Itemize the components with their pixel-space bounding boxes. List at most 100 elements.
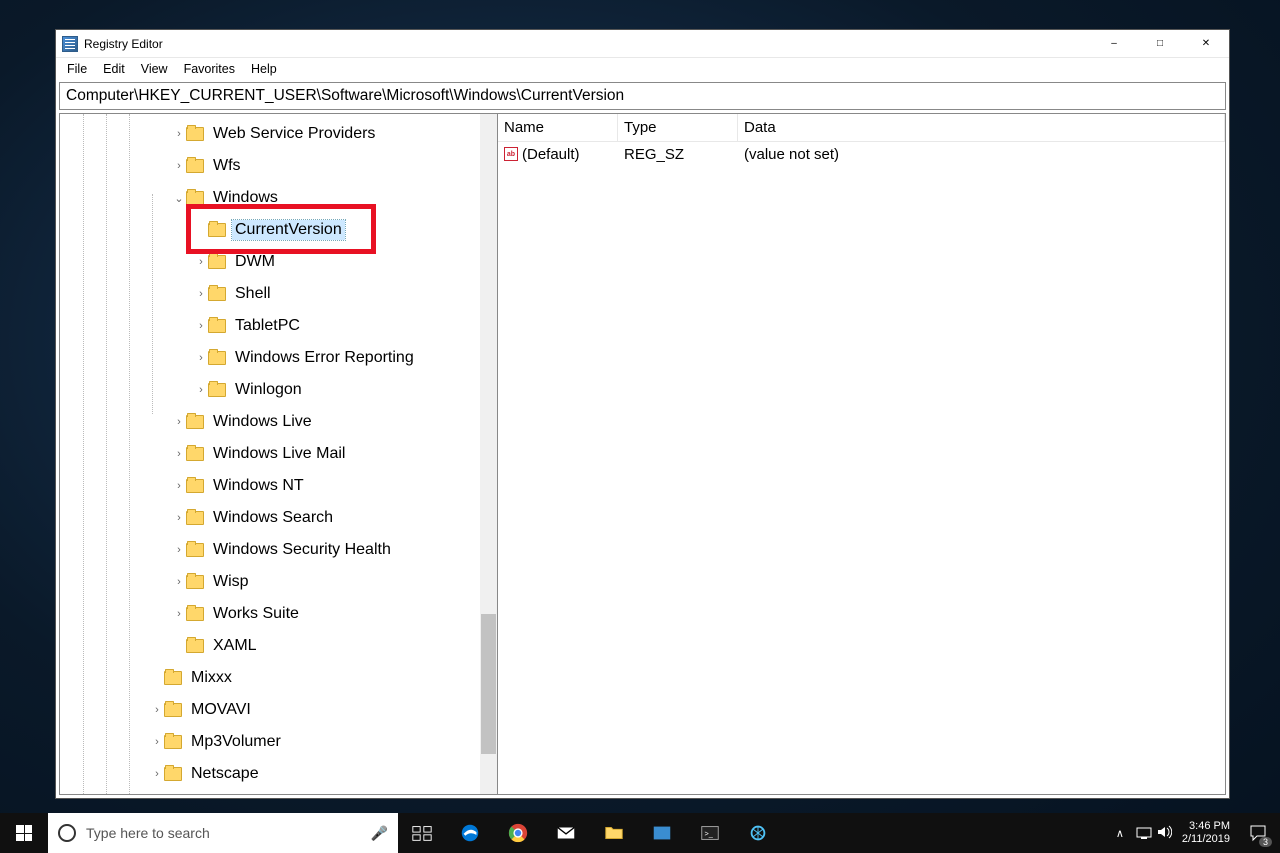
expand-icon[interactable]: › [172,448,186,460]
tree-item[interactable]: › Wisp [60,566,497,598]
tray-volume-icon[interactable] [1156,824,1172,843]
tree-pane[interactable]: › Web Service Providers ›Wfs⌄WindowsCurren… [60,114,498,794]
minimize-button[interactable]: – [1091,30,1137,58]
expand-icon[interactable]: › [172,416,186,428]
folder-icon [208,351,226,365]
taskbar-app-generic1[interactable] [638,813,686,853]
expand-icon[interactable]: › [194,320,208,332]
col-header-data[interactable]: Data [738,114,1225,141]
expand-icon[interactable]: › [172,512,186,524]
folder-icon [186,543,204,557]
task-view-button[interactable] [398,813,446,853]
list-header[interactable]: Name Type Data [498,114,1225,142]
app-icon [651,822,673,844]
address-bar[interactable]: Computer\HKEY_CURRENT_USER\Software\Micr… [59,82,1226,110]
tree-item[interactable]: › Web Service Providers [60,118,497,150]
tree-item[interactable]: ›Windows Error Reporting [60,342,497,374]
taskbar-app-chrome[interactable] [494,813,542,853]
tree-item[interactable]: › Windows Search [60,502,497,534]
tree-item[interactable]: Mixxx [60,662,497,694]
close-button[interactable]: ✕ [1183,30,1229,58]
titlebar[interactable]: Registry Editor – □ ✕ [56,30,1229,58]
list-row[interactable]: ab(Default) REG_SZ (value not set) [498,142,1225,166]
taskbar-app-explorer[interactable] [590,813,638,853]
tray-overflow-button[interactable]: ∧ [1108,827,1132,840]
tree-item-label: Shell [232,284,274,304]
tree-item[interactable]: › Windows Live [60,406,497,438]
tree-item[interactable]: ›Windows NT [60,470,497,502]
tree-item[interactable]: ›Works Suite [60,598,497,630]
tree-item[interactable]: ›Mp3Volumer [60,726,497,758]
folder-icon [208,383,226,397]
action-center-button[interactable]: 3 [1246,821,1270,845]
tree-item[interactable]: › MOVAVI [60,694,497,726]
tray-network-icon[interactable] [1136,824,1152,843]
folder-icon [208,319,226,333]
expand-icon[interactable]: › [150,704,164,716]
menu-favorites[interactable]: Favorites [177,60,242,78]
window-title: Registry Editor [84,37,163,51]
start-button[interactable] [0,813,48,853]
folder-icon [186,447,204,461]
value-data: (value not set) [738,146,1225,163]
tree-item[interactable]: ›DWM [60,246,497,278]
taskbar-app-mail[interactable] [542,813,590,853]
folder-icon [603,822,625,844]
col-header-name[interactable]: Name [498,114,618,141]
tree-item[interactable]: ›TabletPC [60,310,497,342]
taskbar-app-edge[interactable] [446,813,494,853]
taskbar-app-generic2[interactable] [734,813,782,853]
expand-icon[interactable]: › [150,768,164,780]
tree-item-label: Web Service Providers [210,124,378,144]
tree-item[interactable]: CurrentVersion [60,214,497,246]
menu-file[interactable]: File [60,60,94,78]
chrome-icon [507,822,529,844]
tree-item-label: Netscape [188,764,262,784]
tree-item[interactable]: XAML [60,630,497,662]
tree-item-label: Wisp [210,572,252,592]
expand-icon[interactable]: › [194,384,208,396]
expand-icon[interactable]: › [172,480,186,492]
tree-item[interactable]: ›Winlogon [60,374,497,406]
expand-icon[interactable]: › [194,256,208,268]
string-value-icon: ab [504,147,518,161]
expand-icon[interactable]: › [172,544,186,556]
menu-help[interactable]: Help [244,60,284,78]
tree-item[interactable]: › Windows Live Mail [60,438,497,470]
taskbar-app-cmd[interactable]: >_ [686,813,734,853]
values-pane[interactable]: Name Type Data ab(Default) REG_SZ (value… [498,114,1225,794]
folder-icon [186,191,204,205]
menu-edit[interactable]: Edit [96,60,132,78]
tree-scrollbar[interactable] [480,114,497,794]
scrollbar-thumb[interactable] [481,614,496,754]
col-header-type[interactable]: Type [618,114,738,141]
tree-item-label: MOVAVI [188,700,254,720]
expand-icon[interactable]: › [172,608,186,620]
tree-item-label: Windows Live Mail [210,444,348,464]
expand-icon[interactable]: › [172,576,186,588]
clock-date: 2/11/2019 [1182,833,1230,846]
clock[interactable]: 3:46 PM 2/11/2019 [1176,820,1236,846]
menu-view[interactable]: View [134,60,175,78]
search-box[interactable]: Type here to search 🎤 [48,813,398,853]
tree-item[interactable]: ⌄Windows [60,182,497,214]
mic-icon[interactable]: 🎤 [371,825,388,842]
menubar: File Edit View Favorites Help [56,58,1229,80]
mail-icon [555,822,577,844]
tree-item[interactable]: ›Wfs [60,150,497,182]
tree-item[interactable]: › Shell [60,278,497,310]
folder-icon [186,415,204,429]
expand-icon[interactable]: › [172,160,186,172]
expand-icon[interactable]: › [194,288,208,300]
collapse-icon[interactable]: ⌄ [172,192,186,205]
search-placeholder: Type here to search [86,825,210,841]
folder-icon [186,639,204,653]
expand-icon[interactable]: › [172,128,186,140]
tree-item-label: Windows Search [210,508,336,528]
expand-icon[interactable]: › [194,352,208,364]
tree-item[interactable]: › Netscape [60,758,497,790]
tree-item-label: Windows Live [210,412,315,432]
tree-item[interactable]: ›Windows Security Health [60,534,497,566]
expand-icon[interactable]: › [150,736,164,748]
maximize-button[interactable]: □ [1137,30,1183,58]
